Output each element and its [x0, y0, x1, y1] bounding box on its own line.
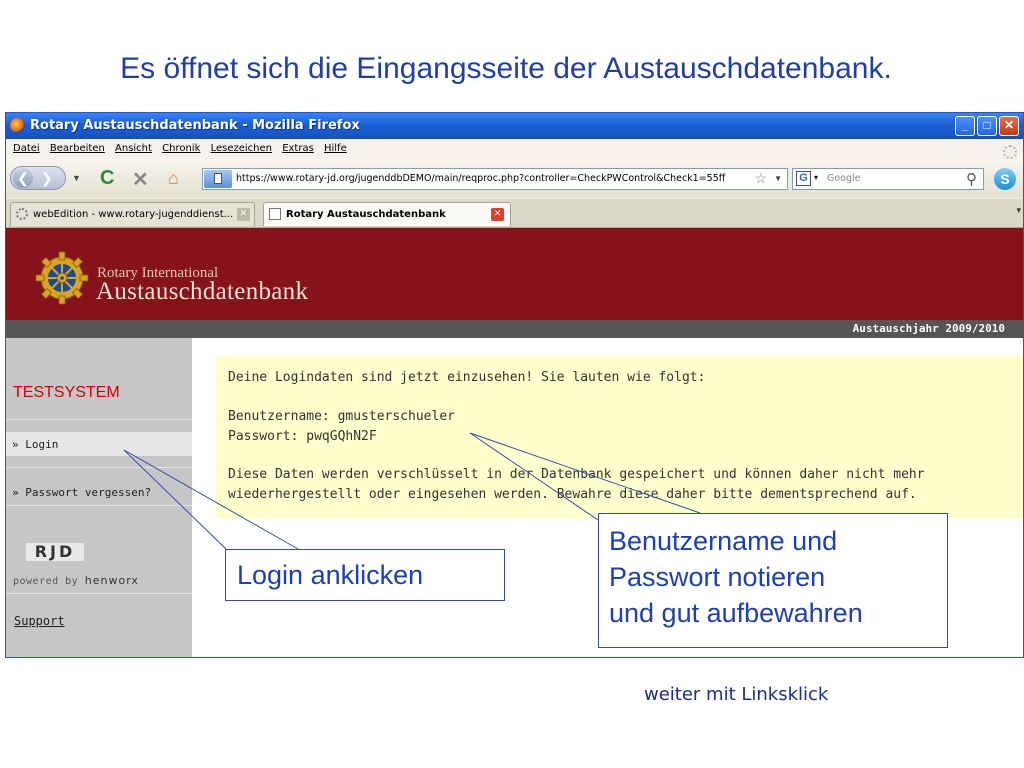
history-dropdown-icon[interactable]: ▼	[72, 173, 81, 183]
home-icon[interactable]: ⌂	[168, 168, 179, 189]
tab-close-icon[interactable]: ✕	[237, 208, 250, 221]
close-icon[interactable]: ✕	[999, 116, 1019, 136]
search-icon[interactable]: ⚲	[966, 170, 977, 188]
menu-chronik[interactable]: Chronik	[162, 143, 200, 154]
minimize-icon[interactable]: _	[955, 116, 975, 136]
divider	[6, 593, 192, 594]
skype-icon[interactable]: S	[994, 168, 1016, 190]
menu-hilfe[interactable]: Hilfe	[324, 143, 347, 154]
loading-icon	[16, 208, 28, 220]
sidebar: TESTSYSTEM » Login » Passwort vergessen?…	[6, 338, 192, 657]
tab-webedition[interactable]: webEdition - www.rotary-jugenddienst... …	[10, 202, 255, 226]
back-forward-buttons[interactable]: ❮ ❯	[10, 166, 66, 190]
menu-bar: Datei Bearbeiten Ansicht Chronik Lesezei…	[6, 139, 1023, 159]
slide-title: Es öffnet sich die Eingangsseite der Aus…	[120, 52, 892, 85]
firefox-icon	[10, 118, 25, 133]
support-link[interactable]: Support	[14, 614, 65, 628]
info-note-2: wiederhergestellt oder eingesehen werden…	[228, 487, 917, 502]
site-identity-icon[interactable]	[204, 170, 232, 188]
tab-austauschdatenbank[interactable]: Rotary Austauschdatenbank ✕	[263, 202, 511, 226]
testsystem-label: TESTSYSTEM	[13, 384, 120, 401]
callout-cred-line: und gut aufbewahren	[609, 598, 863, 628]
sidebar-item-label[interactable]: » Passwort vergessen?	[12, 486, 151, 499]
url-dropdown-icon[interactable]: ▼	[774, 174, 782, 183]
powered-by: powered by henworx	[13, 574, 139, 587]
url-text[interactable]: https://www.rotary-jd.org/jugenddbDEMO/m…	[236, 173, 736, 184]
reload-icon[interactable]: C	[100, 167, 114, 190]
search-engine-dropdown-icon[interactable]: ▾	[814, 173, 818, 182]
maximize-icon[interactable]: □	[977, 116, 997, 136]
tab-close-icon[interactable]: ✕	[491, 208, 504, 221]
back-arrow-icon[interactable]: ❮	[13, 168, 33, 188]
callout-cred-line: Benutzername und	[609, 526, 838, 556]
navigation-toolbar: ❮ ❯ ▼ C ✕ ⌂ https://www.rotary-jd.org/ju…	[6, 159, 1023, 197]
sidebar-item-login[interactable]: » Login	[6, 432, 192, 456]
stop-icon[interactable]: ✕	[132, 167, 149, 192]
search-placeholder[interactable]: Google	[827, 173, 861, 184]
brand-title: Austauschdatenbank	[96, 278, 309, 305]
throbber-icon	[1003, 145, 1017, 159]
window-title: Rotary Austauschdatenbank - Mozilla Fire…	[30, 118, 360, 133]
tab-label[interactable]: webEdition - www.rotary-jugenddienst...	[33, 209, 233, 220]
sidebar-item-password-forgotten[interactable]: » Passwort vergessen?	[6, 480, 192, 504]
year-bar: Austauschjahr 2009/2010	[6, 320, 1023, 338]
login-info-box: Deine Logindaten sind jetzt einzusehen! …	[216, 356, 1023, 518]
callout-login-text: Login anklicken	[237, 560, 424, 590]
info-username: Benutzername: gmusterschueler	[228, 409, 455, 424]
menu-ansicht[interactable]: Ansicht	[115, 143, 152, 154]
page-icon	[269, 208, 281, 220]
divider	[6, 505, 192, 506]
menu-lesezeichen[interactable]: Lesezeichen	[211, 143, 272, 154]
menu-bearbeiten[interactable]: Bearbeiten	[50, 143, 105, 154]
url-bar[interactable]: https://www.rotary-jd.org/jugenddbDEMO/m…	[202, 168, 788, 190]
rotary-wheel-icon	[35, 251, 89, 305]
tab-bar: webEdition - www.rotary-jugenddienst... …	[6, 199, 1023, 228]
powered-prefix: powered by	[13, 576, 79, 587]
divider	[6, 467, 192, 468]
callout-login: Login anklicken	[225, 549, 505, 601]
exchange-year: Austauschjahr 2009/2010	[852, 322, 1005, 335]
callout-cred-line: Passwort notieren	[609, 562, 826, 592]
tab-label[interactable]: Rotary Austauschdatenbank	[286, 209, 446, 220]
powered-name: henworx	[84, 574, 139, 587]
footer-note: weiter mit Linksklick	[644, 684, 829, 705]
tab-list-dropdown-icon[interactable]: ▾	[1016, 205, 1021, 216]
menu-extras[interactable]: Extras	[282, 143, 314, 154]
sidebar-item-label[interactable]: » Login	[12, 438, 58, 451]
callout-credentials: Benutzername und Passwort notieren und g…	[598, 513, 948, 648]
window-titlebar[interactable]: Rotary Austauschdatenbank - Mozilla Fire…	[6, 113, 1023, 139]
bookmark-star-icon[interactable]: ☆	[754, 170, 767, 187]
divider	[6, 419, 192, 420]
info-note-1: Diese Daten werden verschlüsselt in der …	[228, 467, 925, 482]
info-password: Passwort: pwqGQhN2F	[228, 429, 377, 444]
rjd-logo: RJD	[26, 543, 84, 561]
forward-arrow-icon[interactable]: ❯	[41, 168, 53, 188]
info-intro: Deine Logindaten sind jetzt einzusehen! …	[228, 370, 706, 385]
search-bar[interactable]: G ▾ Google ⚲	[792, 168, 984, 190]
site-header: Rotary International Austauschdatenbank	[6, 228, 1023, 320]
menu-datei[interactable]: Datei	[13, 143, 40, 154]
google-icon[interactable]: G	[796, 171, 811, 186]
